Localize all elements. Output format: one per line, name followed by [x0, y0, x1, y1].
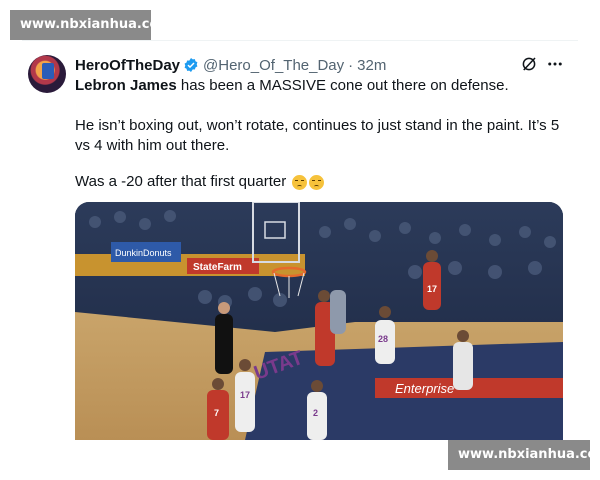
- tweet-text-line-3: Was a -20 after that first quarter: [75, 172, 570, 192]
- mention-lebron[interactable]: Lebron James: [75, 77, 177, 94]
- watermark-top: www.nbxianhua.com: [10, 10, 172, 40]
- tweet-text-line-3-text: Was a -20 after that first quarter: [75, 173, 287, 190]
- sign-statefarm: StateFarm: [193, 262, 242, 273]
- handle[interactable]: @Hero_Of_The_Day: [203, 57, 344, 74]
- sign-enterprise: Enterprise: [395, 381, 454, 396]
- verified-badge-icon: [184, 58, 198, 72]
- tweet-media-image[interactable]: DunkinDonuts StateFarm Enterprise UTAT 1…: [75, 202, 563, 440]
- jersey-number: 28: [378, 334, 388, 344]
- tweet-header: HeroOfTheDay @Hero_Of_The_Day · 32m: [75, 55, 386, 75]
- watermark-bottom-text: www.nbxianhua.com: [458, 447, 600, 462]
- jersey-number: 17: [427, 284, 437, 294]
- separator: ·: [348, 56, 354, 74]
- avatar[interactable]: [28, 55, 66, 93]
- tweet-text-line-1: Lebron James has been a MASSIVE cone out…: [75, 76, 570, 96]
- tweet[interactable]: HeroOfTheDay @Hero_Of_The_Day · 32m Lebr…: [22, 40, 578, 480]
- more-horizontal-icon[interactable]: [546, 57, 564, 71]
- tweet-text-line-2: He isn’t boxing out, won’t rotate, conti…: [75, 117, 560, 154]
- watermark-bottom: www.nbxianhua.com: [448, 440, 600, 470]
- sign-dunkin: DunkinDonuts: [115, 248, 172, 258]
- jersey-number: 7: [214, 408, 219, 418]
- watermark-top-text: www.nbxianhua.com: [20, 17, 172, 32]
- grok-icon[interactable]: [520, 55, 538, 73]
- game-photo: DunkinDonuts StateFarm Enterprise UTAT 1…: [75, 202, 563, 440]
- jersey-number: 2: [313, 408, 318, 418]
- timestamp[interactable]: 32m: [357, 57, 386, 74]
- divider: [22, 40, 578, 41]
- tweet-text-line-1-rest: has been a MASSIVE cone out there on def…: [176, 77, 509, 94]
- unamused-face-icon: [292, 174, 308, 190]
- jersey-number: 17: [240, 390, 250, 400]
- unamused-face-icon: [309, 174, 325, 190]
- display-name[interactable]: HeroOfTheDay: [75, 57, 180, 74]
